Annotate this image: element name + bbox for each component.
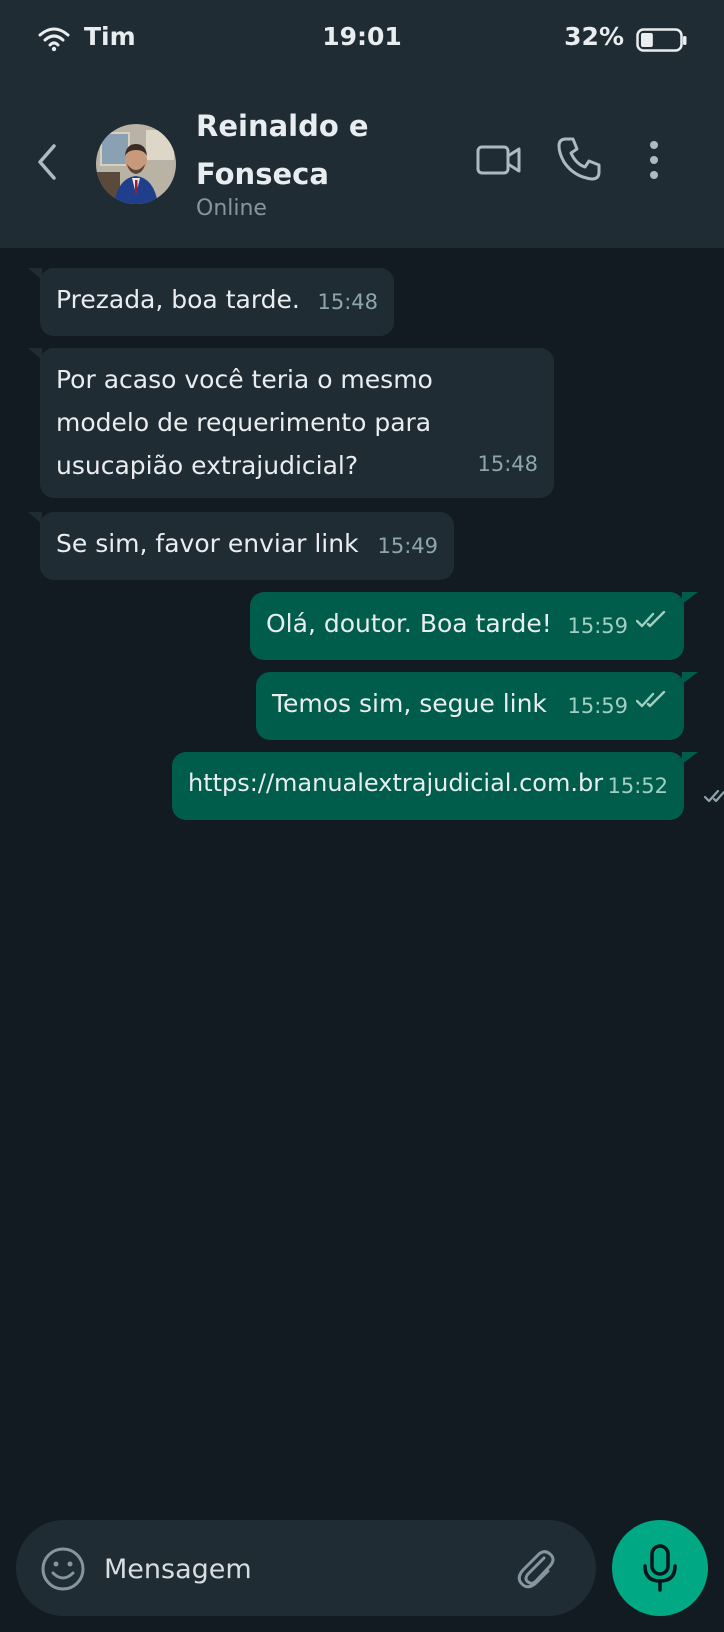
message-time: 15:48	[477, 452, 538, 476]
message-text: Olá, doutor. Boa tarde!	[266, 609, 552, 638]
emoji-icon[interactable]	[40, 1546, 86, 1596]
status-bar: Tim 19:01 32%	[0, 0, 724, 80]
bubble-tail	[28, 268, 42, 280]
message-time: 15:59	[567, 614, 628, 638]
phone-icon[interactable]	[556, 136, 602, 186]
more-vertical-icon[interactable]	[648, 140, 660, 184]
message-time: 15:48	[317, 290, 378, 314]
bubble-tail	[28, 512, 42, 524]
message-text: Temos sim, segue link	[272, 689, 547, 718]
message-time: 15:52	[607, 774, 668, 798]
paperclip-icon[interactable]	[514, 1546, 558, 1594]
double-check-icon	[635, 679, 668, 722]
voice-record-button[interactable]	[612, 1520, 708, 1616]
message-time: 15:59	[567, 694, 628, 718]
message-text: Por acaso você teria o mesmo modelo de r…	[56, 365, 433, 480]
bubble-tail	[28, 348, 42, 360]
chevron-left-icon[interactable]	[34, 142, 60, 186]
chat-header: Reinaldo e Fonseca Online	[0, 80, 724, 248]
message-link[interactable]: https://manualextrajudicial.com.br	[188, 762, 603, 805]
contact-name[interactable]: Reinaldo e Fonseca	[196, 102, 436, 198]
message-composer	[16, 1520, 596, 1616]
message-time: 15:49	[377, 534, 438, 558]
bubble-tail	[682, 752, 698, 764]
battery-icon	[636, 28, 688, 58]
message-incoming[interactable]: Por acaso você teria o mesmo modelo de r…	[28, 348, 554, 498]
microphone-icon	[642, 1544, 678, 1596]
message-outgoing[interactable]: Temos sim, segue link 15:59	[256, 672, 698, 740]
double-check-icon	[635, 599, 668, 642]
double-check-icon	[703, 788, 724, 808]
message-list: Prezada, boa tarde. 15:48 Por acaso você…	[0, 248, 724, 1518]
message-outgoing[interactable]: Olá, doutor. Boa tarde! 15:59	[250, 592, 698, 660]
video-camera-icon[interactable]	[476, 142, 522, 182]
bubble-tail	[682, 672, 698, 684]
battery-percentage: 32%	[564, 22, 624, 51]
message-incoming[interactable]: Se sim, favor enviar link 15:49	[28, 512, 454, 580]
message-input[interactable]	[102, 1546, 486, 1592]
avatar[interactable]	[96, 124, 176, 204]
message-incoming[interactable]: Prezada, boa tarde. 15:48	[28, 268, 394, 336]
contact-status: Online	[196, 196, 267, 221]
message-text: Se sim, favor enviar link	[56, 529, 359, 558]
bubble-tail	[682, 592, 698, 604]
message-outgoing[interactable]: https://manualextrajudicial.com.br 15:52	[172, 752, 698, 820]
message-text: Prezada, boa tarde.	[56, 285, 300, 314]
